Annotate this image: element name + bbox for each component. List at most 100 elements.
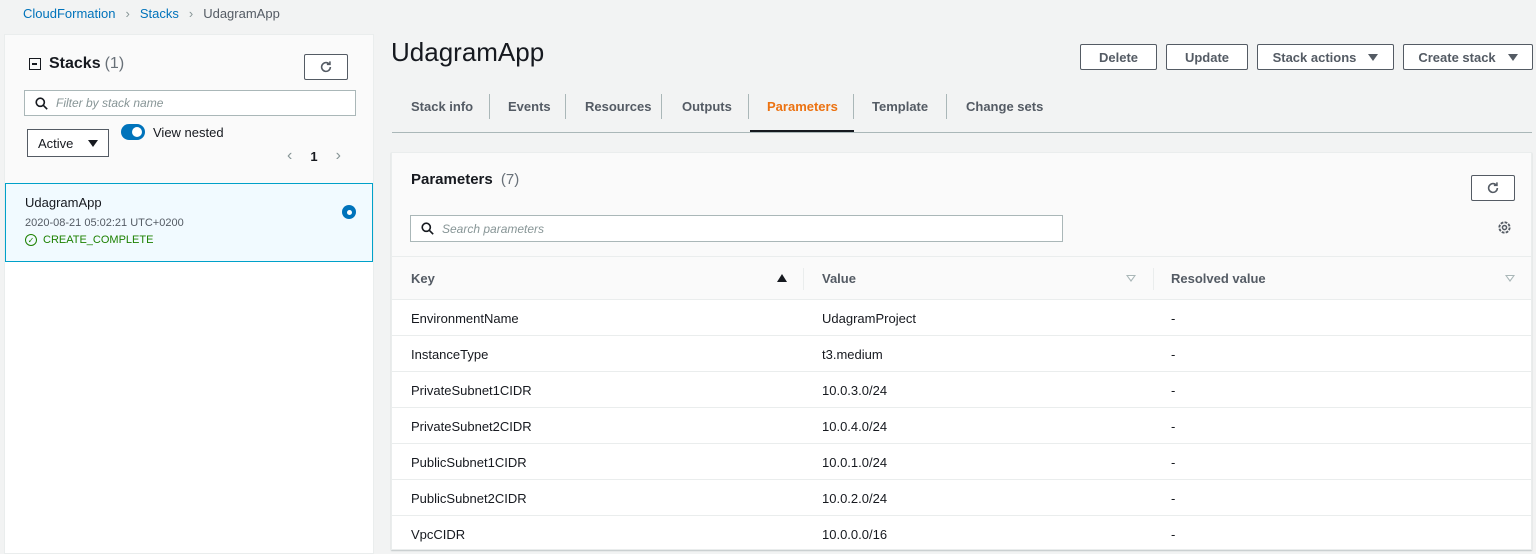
active-tab-indicator	[750, 130, 854, 132]
tab-divider	[489, 94, 490, 119]
stacks-count: (1)	[104, 55, 125, 72]
breadcrumb: CloudFormation › Stacks › UdagramApp	[23, 4, 280, 22]
parameter-key: PrivateSubnet1CIDR	[411, 383, 532, 398]
create-stack-button[interactable]: Create stack	[1403, 44, 1533, 70]
parameter-value: UdagramProject	[822, 311, 916, 326]
stack-select-radio[interactable]	[342, 205, 356, 219]
table-row: PrivateSubnet2CIDR 10.0.4.0/24 -	[392, 408, 1531, 444]
parameter-key: PrivateSubnet2CIDR	[411, 419, 532, 434]
column-divider	[803, 268, 804, 290]
view-nested-toggle[interactable]	[121, 124, 145, 140]
tab-divider	[748, 94, 749, 119]
tab-divider	[853, 94, 854, 119]
caret-down-icon	[88, 139, 98, 147]
table-row: VpcCIDR 10.0.0.0/16 -	[392, 516, 1531, 552]
column-header-value[interactable]: Value	[822, 271, 856, 286]
stacks-title-text: Stacks	[49, 55, 101, 72]
tab-divider	[661, 94, 662, 119]
refresh-icon	[320, 61, 332, 73]
sort-icon[interactable]	[1126, 275, 1136, 282]
parameters-search-input[interactable]	[442, 221, 1042, 236]
stack-status: ✓ CREATE_COMPLETE	[25, 234, 153, 246]
stacks-title: Stacks (1)	[29, 55, 124, 73]
view-nested-toggle-wrap: View nested	[121, 124, 224, 140]
parameter-key: InstanceType	[411, 347, 489, 362]
search-icon	[421, 222, 434, 235]
update-button[interactable]: Update	[1166, 44, 1248, 70]
table-row: EnvironmentName UdagramProject -	[392, 300, 1531, 336]
parameter-resolved-value: -	[1171, 455, 1176, 470]
parameter-resolved-value: -	[1171, 491, 1176, 506]
tab-divider	[565, 94, 566, 119]
stack-actions-label: Stack actions	[1272, 49, 1357, 65]
parameters-panel: Parameters (7) Key Value Resolved v	[391, 152, 1532, 550]
page-title: UdagramApp	[391, 37, 545, 67]
tab-stack-info[interactable]: Stack info	[411, 90, 473, 123]
breadcrumb-current: UdagramApp	[203, 5, 280, 21]
refresh-icon	[1487, 182, 1499, 194]
stack-actions-button[interactable]: Stack actions	[1257, 44, 1394, 70]
table-row: InstanceType t3.medium -	[392, 336, 1531, 372]
status-filter-value: Active	[38, 135, 74, 151]
chevron-left-icon[interactable]: ‹	[287, 147, 292, 165]
parameter-key: PublicSubnet2CIDR	[411, 491, 527, 506]
stack-status-text: CREATE_COMPLETE	[43, 234, 154, 246]
tab-change-sets[interactable]: Change sets	[966, 90, 1043, 123]
refresh-parameters-button[interactable]	[1471, 175, 1515, 201]
collapse-icon[interactable]	[29, 58, 41, 70]
caret-down-icon	[1507, 53, 1518, 61]
parameter-resolved-value: -	[1171, 347, 1176, 362]
delete-button[interactable]: Delete	[1080, 44, 1157, 70]
table-row: PublicSubnet1CIDR 10.0.1.0/24 -	[392, 444, 1531, 480]
sort-icon[interactable]	[1505, 275, 1515, 282]
stack-tabs: Stack info Events Resources Outputs Para…	[392, 90, 1532, 133]
chevron-right-icon: ›	[125, 5, 130, 21]
create-stack-label: Create stack	[1418, 49, 1496, 65]
tab-events[interactable]: Events	[508, 90, 551, 123]
stacks-panel-header: Stacks (1) Active View nested ‹ 1	[5, 35, 373, 185]
parameter-value: 10.0.1.0/24	[822, 455, 888, 470]
refresh-stacks-button[interactable]	[304, 54, 348, 80]
parameters-count: (7)	[500, 171, 520, 188]
parameter-value: 10.0.4.0/24	[822, 419, 888, 434]
column-header-key[interactable]: Key	[411, 271, 435, 286]
stack-filter-input[interactable]	[56, 96, 336, 110]
tab-template[interactable]: Template	[872, 90, 928, 123]
gear-icon[interactable]	[1497, 220, 1512, 235]
stack-timestamp: 2020-08-21 05:02:21 UTC+0200	[25, 217, 184, 229]
check-circle-icon: ✓	[25, 234, 37, 246]
pagination: ‹ 1 ›	[287, 147, 341, 165]
breadcrumb-stacks[interactable]: Stacks	[140, 6, 179, 21]
stacks-panel: Stacks (1) Active View nested ‹ 1	[4, 34, 374, 554]
parameter-key: PublicSubnet1CIDR	[411, 455, 527, 470]
stack-card-udagramapp[interactable]: UdagramApp 2020-08-21 05:02:21 UTC+0200 …	[5, 183, 373, 262]
parameter-key: EnvironmentName	[411, 311, 519, 326]
parameter-value: 10.0.3.0/24	[822, 383, 888, 398]
tab-parameters[interactable]: Parameters	[767, 90, 838, 123]
caret-down-icon	[1368, 53, 1379, 61]
stack-filter-field[interactable]	[24, 90, 356, 116]
page-number[interactable]: 1	[310, 149, 317, 164]
breadcrumb-cloudformation[interactable]: CloudFormation	[23, 6, 116, 21]
parameter-resolved-value: -	[1171, 419, 1176, 434]
parameter-resolved-value: -	[1171, 311, 1176, 326]
view-nested-label: View nested	[153, 124, 224, 140]
parameters-table-header: Key Value Resolved value	[392, 256, 1531, 300]
sort-ascending-icon[interactable]	[777, 274, 787, 282]
parameter-resolved-value: -	[1171, 383, 1176, 398]
tab-resources[interactable]: Resources	[585, 90, 651, 123]
parameters-title-text: Parameters	[411, 171, 493, 188]
table-row: PublicSubnet2CIDR 10.0.2.0/24 -	[392, 480, 1531, 516]
parameter-resolved-value: -	[1171, 527, 1176, 542]
parameter-value: 10.0.0.0/16	[822, 527, 888, 542]
parameters-header: Parameters (7)	[392, 153, 1531, 256]
column-header-resolved-value[interactable]: Resolved value	[1171, 271, 1266, 286]
parameters-search-field[interactable]	[410, 215, 1063, 242]
stack-name[interactable]: UdagramApp	[25, 195, 102, 210]
parameter-value: t3.medium	[822, 347, 883, 362]
tab-divider	[946, 94, 947, 119]
status-filter-select[interactable]: Active	[27, 129, 109, 157]
chevron-right-icon[interactable]: ›	[336, 147, 341, 165]
parameter-key: VpcCIDR	[411, 527, 466, 542]
tab-outputs[interactable]: Outputs	[682, 90, 732, 123]
